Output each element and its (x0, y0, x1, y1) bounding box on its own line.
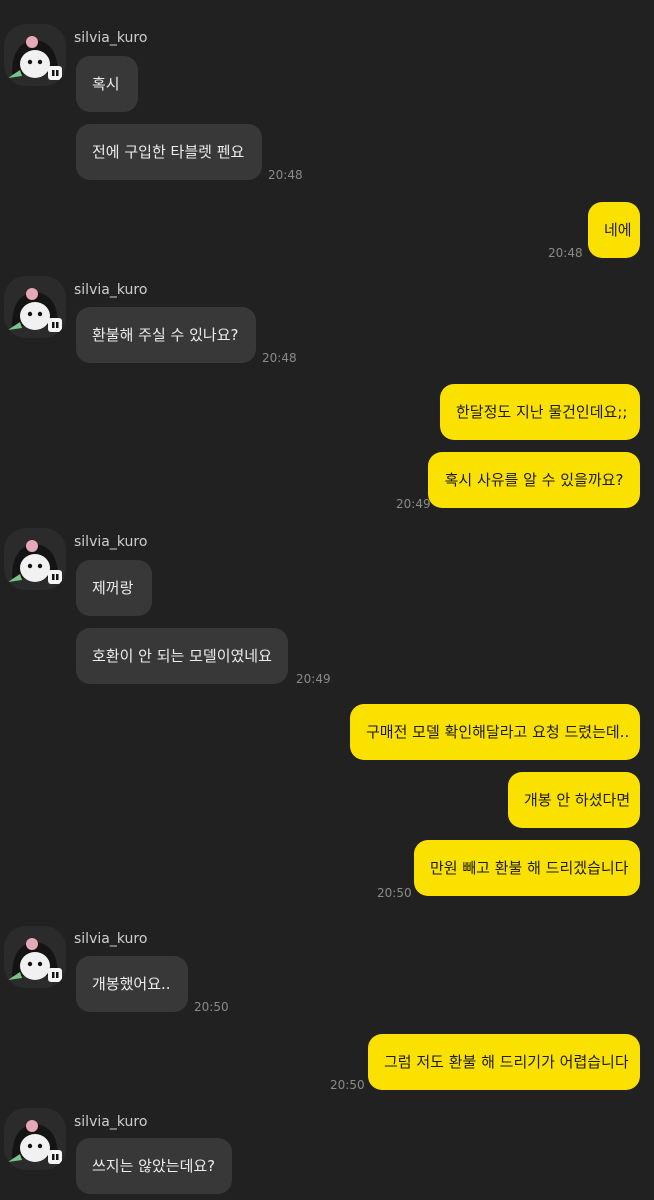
kuromi-avatar-icon (4, 1108, 66, 1170)
outgoing-message[interactable]: 구매전 모델 확인해달라고 요청 드렸는데.. (350, 704, 640, 760)
kuromi-avatar-icon (4, 24, 66, 86)
timestamp: 20:48 (262, 351, 297, 365)
incoming-message[interactable]: 환불해 주실 수 있나요? (76, 307, 256, 363)
outgoing-message[interactable]: 한달정도 지난 물건인데요;; (440, 384, 640, 440)
sender-name: silvia_kuro (74, 1114, 148, 1130)
timestamp: 20:50 (377, 886, 412, 900)
timestamp: 20:50 (330, 1078, 365, 1092)
incoming-message[interactable]: 호환이 안 되는 모델이였네요 (76, 628, 288, 684)
avatar[interactable] (4, 926, 66, 988)
incoming-message[interactable]: 쓰지는 않았는데요? (76, 1138, 232, 1194)
timestamp: 20:48 (548, 246, 583, 260)
outgoing-message[interactable]: 그럼 저도 환불 해 드리기가 어렵습니다 (368, 1034, 640, 1090)
timestamp: 20:50 (194, 1000, 229, 1014)
kuromi-avatar-icon (4, 276, 66, 338)
timestamp: 20:49 (296, 672, 331, 686)
sender-name: silvia_kuro (74, 534, 148, 550)
timestamp: 20:48 (268, 168, 303, 182)
avatar[interactable] (4, 528, 66, 590)
chat-screen: { "chat": { "sender_name": "silvia_kuro"… (0, 0, 654, 1200)
avatar[interactable] (4, 276, 66, 338)
outgoing-message[interactable]: 네에 (588, 202, 640, 258)
incoming-message[interactable]: 제꺼랑 (76, 560, 152, 616)
incoming-message[interactable]: 전에 구입한 타블렛 펜요 (76, 124, 262, 180)
avatar[interactable] (4, 24, 66, 86)
outgoing-message[interactable]: 혹시 사유를 알 수 있을까요? (428, 452, 640, 508)
incoming-message[interactable]: 개봉했어요.. (76, 956, 188, 1012)
kuromi-avatar-icon (4, 926, 66, 988)
kuromi-avatar-icon (4, 528, 66, 590)
timestamp: 20:49 (396, 497, 431, 511)
sender-name: silvia_kuro (74, 931, 148, 947)
sender-name: silvia_kuro (74, 30, 148, 46)
outgoing-message[interactable]: 개봉 안 하셨다면 (508, 772, 640, 828)
avatar[interactable] (4, 1108, 66, 1170)
outgoing-message[interactable]: 만원 빼고 환불 해 드리겠습니다 (414, 840, 640, 896)
sender-name: silvia_kuro (74, 282, 148, 298)
incoming-message[interactable]: 혹시 (76, 56, 138, 112)
